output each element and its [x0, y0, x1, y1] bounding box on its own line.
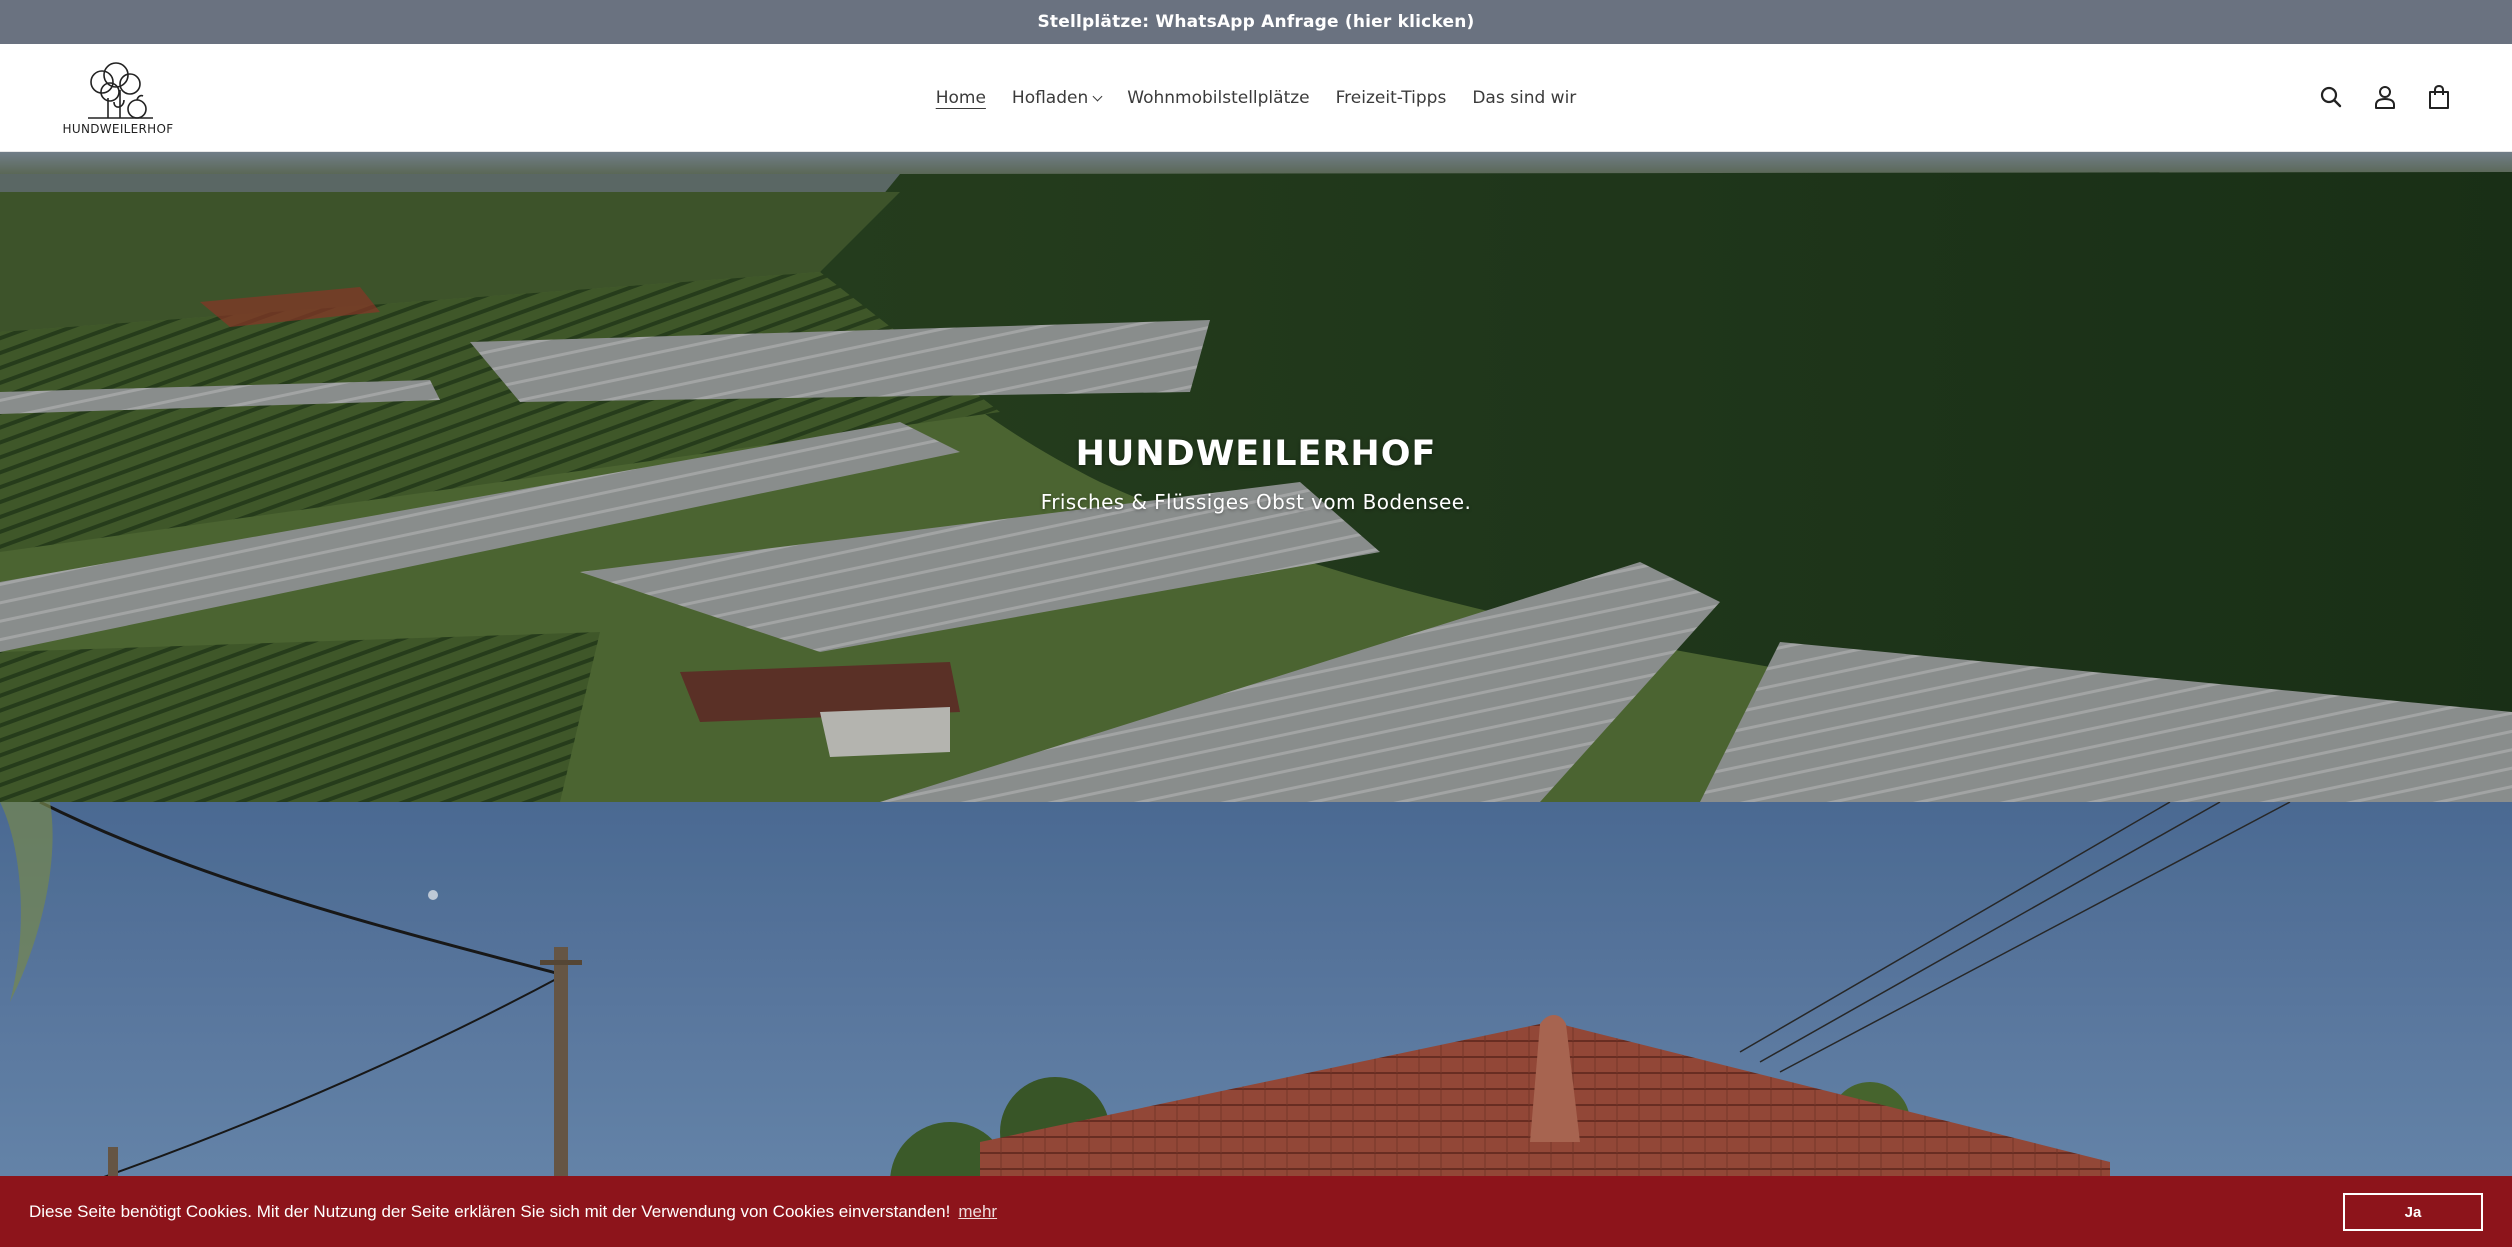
cart-icon[interactable] [2424, 82, 2454, 112]
hero-title: HUNDWEILERHOF [1075, 434, 1437, 474]
search-icon[interactable] [2316, 82, 2346, 112]
nav-das-sind-wir[interactable]: Das sind wir [1472, 84, 1576, 112]
nav-hofladen-label: Hofladen [1011, 88, 1089, 108]
hero-subtitle: Frisches & Flüssiges Obst vom Bodensee. [1040, 490, 1472, 514]
site-header: HUNDWEILERHOF Home Hofladen Wohnmobilste… [0, 44, 2512, 152]
cookie-more-link[interactable]: mehr [958, 1202, 997, 1222]
nav-wohnmobilstellplaetze[interactable]: Wohnmobilstellplätze [1127, 84, 1309, 112]
nav-freizeit-tipps[interactable]: Freizeit-Tipps [1336, 84, 1447, 112]
site-logo[interactable]: HUNDWEILERHOF [58, 60, 178, 136]
cookie-consent-bar: Diese Seite benötigt Cookies. Mit der Nu… [0, 1176, 2512, 1247]
nav-home[interactable]: Home [936, 84, 986, 112]
chevron-down-icon [1092, 91, 1103, 101]
logo-text: HUNDWEILERHOF [62, 122, 174, 136]
cookie-accept-button[interactable]: Ja [2343, 1193, 2483, 1231]
header-icons [2316, 82, 2454, 112]
nav-hofladen[interactable]: Hofladen [1011, 84, 1103, 112]
main-nav: Home Hofladen Wohnmobilstellplätze Freiz… [0, 44, 2512, 152]
account-icon[interactable] [2370, 82, 2400, 112]
cookie-message: Diese Seite benötigt Cookies. Mit der Nu… [29, 1201, 951, 1221]
hero-banner: HUNDWEILERHOF Frisches & Flüssiges Obst … [0, 152, 2512, 802]
tree-logo-icon [88, 62, 153, 119]
announcement-bar[interactable]: Stellplätze: WhatsApp Anfrage (hier klic… [0, 0, 2512, 44]
orchard-aerial-image [0, 152, 2512, 802]
